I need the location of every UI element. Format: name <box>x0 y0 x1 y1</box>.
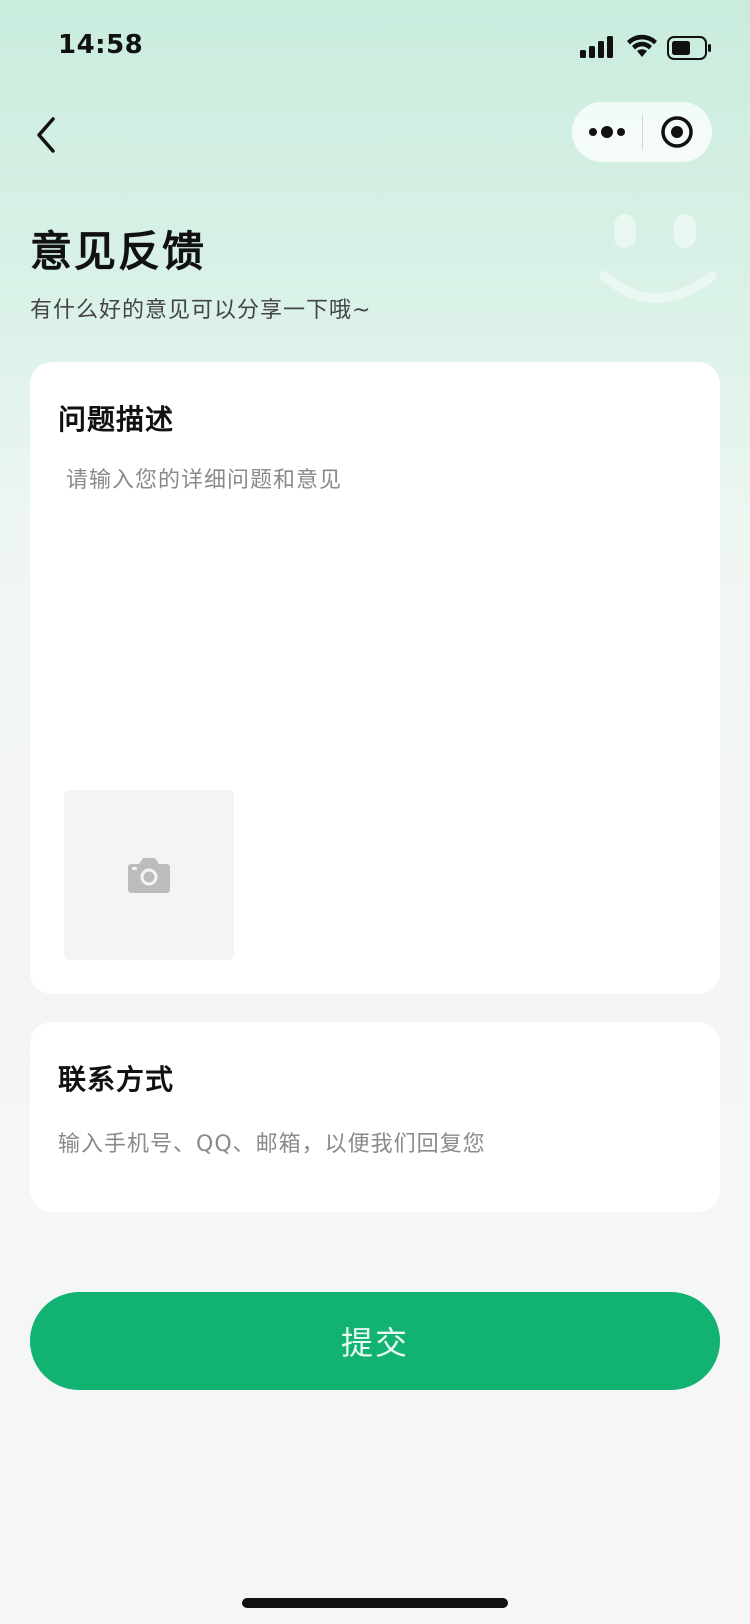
status-time: 14:58 <box>58 30 144 60</box>
page-title: 意见反馈 <box>30 227 207 276</box>
home-indicator <box>242 1598 508 1608</box>
chevron-left-icon <box>37 117 55 153</box>
wifi-icon <box>625 33 659 63</box>
battery-icon <box>667 36 713 64</box>
close-target-icon <box>661 116 693 148</box>
back-button[interactable] <box>20 110 70 160</box>
page-subtitle: 有什么好的意见可以分享一下哦~ <box>30 298 372 323</box>
contact-card: 联系方式 <box>30 1022 720 1212</box>
contact-label: 联系方式 <box>58 1063 175 1096</box>
status-bar: 14:58 <box>0 0 750 90</box>
feedback-page: 14:58 意见反馈 有什么好的意见可以分享一下哦~ 问题描述 请输入您的详细问… <box>0 0 750 1624</box>
close-capsule-button[interactable] <box>643 102 713 162</box>
smiley-icon <box>599 210 720 324</box>
description-label: 问题描述 <box>58 403 175 436</box>
contact-input[interactable] <box>58 1122 688 1166</box>
more-dots-icon <box>588 126 625 138</box>
description-card: 问题描述 <box>30 362 720 994</box>
camera-icon <box>128 858 170 893</box>
submit-button[interactable]: 提交 <box>30 1292 720 1390</box>
mini-program-capsule <box>572 102 712 162</box>
signal-icon <box>580 36 616 62</box>
more-menu-button[interactable] <box>572 102 642 162</box>
image-upload-button[interactable] <box>64 790 234 960</box>
description-input[interactable] <box>66 462 686 722</box>
